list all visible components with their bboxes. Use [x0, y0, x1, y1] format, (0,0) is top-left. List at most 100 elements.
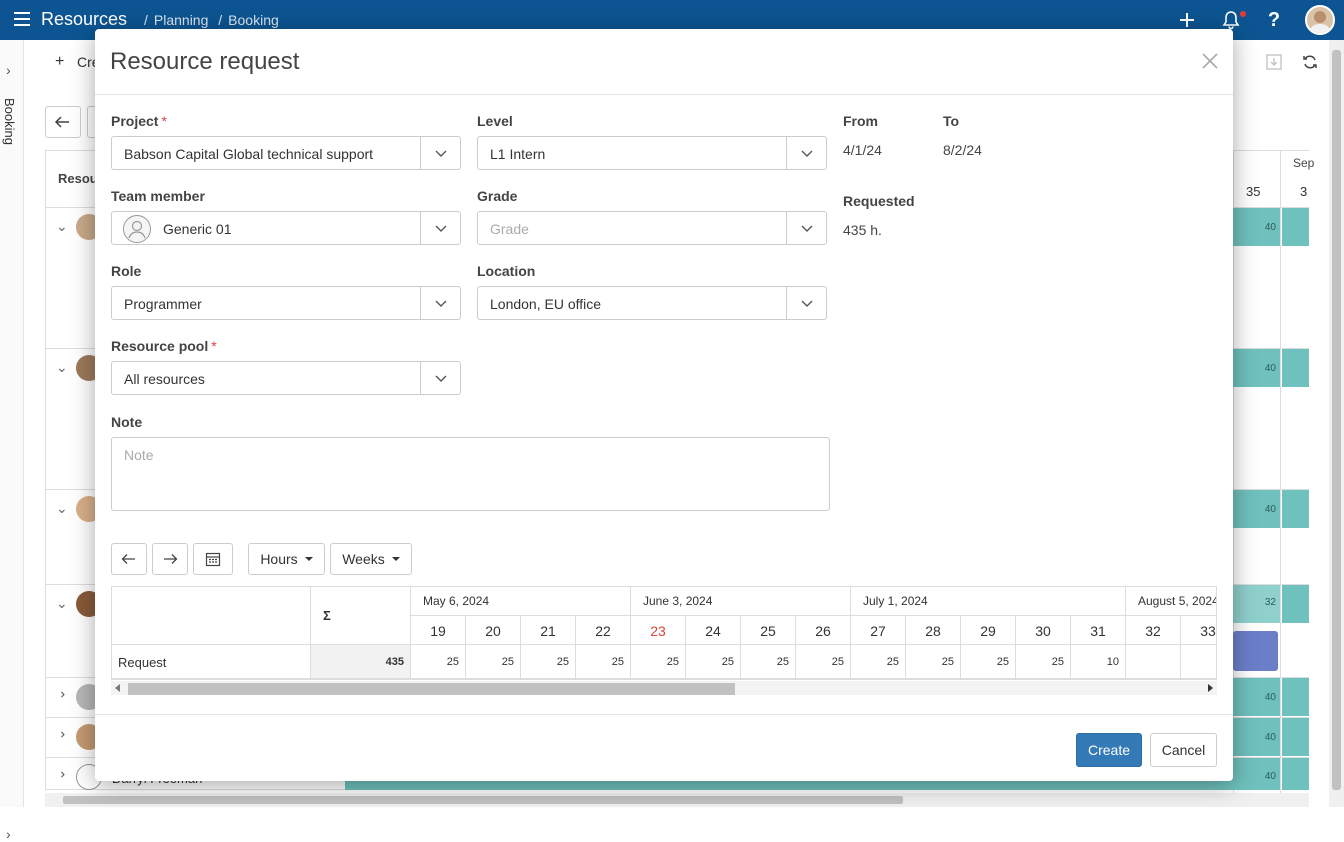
expand-row-icon[interactable]: ⌄: [56, 595, 68, 612]
expand-row-icon[interactable]: ⌄: [51, 689, 68, 701]
user-avatar[interactable]: [1305, 5, 1335, 35]
chevron-down-icon[interactable]: [420, 212, 460, 244]
request-cell[interactable]: 25: [741, 645, 796, 679]
chevron-down-icon[interactable]: [420, 362, 460, 394]
dialog-footer: Create Cancel: [95, 714, 1233, 781]
booking-bar[interactable]: [1282, 349, 1309, 387]
request-cell[interactable]: 25: [961, 645, 1016, 679]
request-cell[interactable]: [1181, 645, 1216, 679]
month-header: July 1, 2024: [851, 587, 1126, 616]
calendar-icon: [205, 552, 221, 567]
hours-dropdown[interactable]: Hours: [248, 543, 325, 575]
prev-period-button[interactable]: [111, 543, 147, 575]
week-header: 33: [1181, 616, 1216, 645]
booking-bar[interactable]: 40: [1233, 490, 1280, 528]
project-select[interactable]: Babson Capital Global technical support: [111, 136, 461, 170]
week-header: 25: [741, 616, 796, 645]
week-number: 35: [1246, 184, 1261, 199]
cancel-button[interactable]: Cancel: [1150, 733, 1217, 767]
chevron-down-icon[interactable]: [786, 137, 826, 169]
booking-bar[interactable]: 32: [1233, 585, 1280, 623]
booking-bar[interactable]: [1282, 758, 1309, 790]
notification-badge: [1240, 11, 1246, 17]
note-label: Note: [111, 414, 143, 430]
project-value: Babson Capital Global technical support: [124, 146, 374, 162]
create-plus-icon[interactable]: +: [55, 53, 64, 71]
booking-bar[interactable]: 40: [1233, 758, 1280, 790]
calendar-button[interactable]: [193, 543, 233, 575]
close-icon[interactable]: [1199, 50, 1221, 72]
chevron-down-icon[interactable]: [786, 287, 826, 319]
weeks-dropdown[interactable]: Weeks: [330, 543, 412, 575]
chevron-down-icon[interactable]: [420, 287, 460, 319]
request-cell[interactable]: 25: [906, 645, 961, 679]
request-row-total: 435: [311, 645, 411, 679]
refresh-icon[interactable]: [1301, 53, 1319, 71]
booking-bar[interactable]: 40: [1233, 718, 1280, 756]
week-header: 20: [466, 616, 521, 645]
expand-sidebar-icon[interactable]: ›: [6, 62, 11, 78]
next-period-button[interactable]: [152, 543, 188, 575]
request-bar[interactable]: [1233, 631, 1278, 671]
request-cell[interactable]: 25: [686, 645, 741, 679]
expand-row-icon[interactable]: ⌄: [51, 729, 68, 741]
team-member-value: Generic 01: [163, 221, 232, 237]
booking-bar[interactable]: [1282, 208, 1309, 246]
expand-row-icon[interactable]: ⌄: [56, 359, 68, 376]
booking-bar[interactable]: 40: [1233, 208, 1280, 246]
breadcrumb-planning[interactable]: Planning: [154, 12, 209, 28]
request-cell[interactable]: 25: [466, 645, 521, 679]
request-cell[interactable]: 25: [576, 645, 631, 679]
requested-value: 435 h.: [843, 222, 882, 238]
chevron-down-icon[interactable]: [786, 212, 826, 244]
team-member-label: Team member: [111, 188, 205, 204]
request-cell[interactable]: 25: [411, 645, 466, 679]
role-select[interactable]: Programmer: [111, 286, 461, 320]
download-icon[interactable]: [1265, 53, 1283, 71]
grid-horizontal-scrollbar[interactable]: [111, 681, 1217, 695]
breadcrumb-booking[interactable]: Booking: [228, 12, 279, 28]
level-select[interactable]: L1 Intern: [477, 136, 827, 170]
request-cell[interactable]: 25: [1016, 645, 1071, 679]
expand-row-icon[interactable]: ⌄: [51, 769, 68, 781]
to-label: To: [943, 113, 960, 129]
request-cell[interactable]: [1126, 645, 1181, 679]
grade-label: Grade: [477, 188, 518, 204]
month-header: August 5, 2024: [1126, 587, 1216, 616]
booking-bar[interactable]: [1282, 718, 1309, 756]
expand-row-icon[interactable]: ⌄: [56, 218, 68, 235]
from-label: From: [843, 113, 878, 129]
app-title[interactable]: Resources: [41, 9, 127, 30]
week-header: 19: [411, 616, 466, 645]
grid-corner: [112, 587, 311, 645]
booking-bar[interactable]: 40: [1233, 678, 1280, 716]
help-icon[interactable]: ?: [1262, 8, 1286, 32]
horizontal-scrollbar[interactable]: [45, 793, 1309, 807]
request-cell[interactable]: 25: [631, 645, 686, 679]
resource-pool-value: All resources: [124, 371, 205, 387]
requested-label: Requested: [843, 193, 915, 209]
request-cell[interactable]: 25: [796, 645, 851, 679]
project-label: Project *: [111, 113, 167, 129]
expand-row-icon[interactable]: ⌄: [56, 500, 68, 517]
week-header: 30: [1016, 616, 1071, 645]
resource-pool-select[interactable]: All resources: [111, 361, 461, 395]
week-header: 32: [1126, 616, 1181, 645]
note-textarea[interactable]: Note: [111, 437, 830, 511]
back-button[interactable]: [45, 106, 81, 138]
grade-select[interactable]: Grade: [477, 211, 827, 245]
request-cell[interactable]: 25: [521, 645, 576, 679]
booking-bar[interactable]: 40: [1233, 349, 1280, 387]
create-button[interactable]: Create: [1076, 733, 1142, 767]
menu-icon[interactable]: [14, 12, 30, 26]
vertical-scrollbar[interactable]: [1329, 40, 1344, 807]
chevron-down-icon[interactable]: [420, 137, 460, 169]
chevron-right-icon[interactable]: ›: [6, 826, 11, 842]
location-select[interactable]: London, EU office: [477, 286, 827, 320]
booking-bar[interactable]: [1282, 585, 1309, 623]
request-cell[interactable]: 25: [851, 645, 906, 679]
booking-bar[interactable]: [1282, 490, 1309, 528]
team-member-select[interactable]: Generic 01: [111, 211, 461, 245]
request-cell[interactable]: 10: [1071, 645, 1126, 679]
booking-bar[interactable]: [1282, 678, 1309, 716]
